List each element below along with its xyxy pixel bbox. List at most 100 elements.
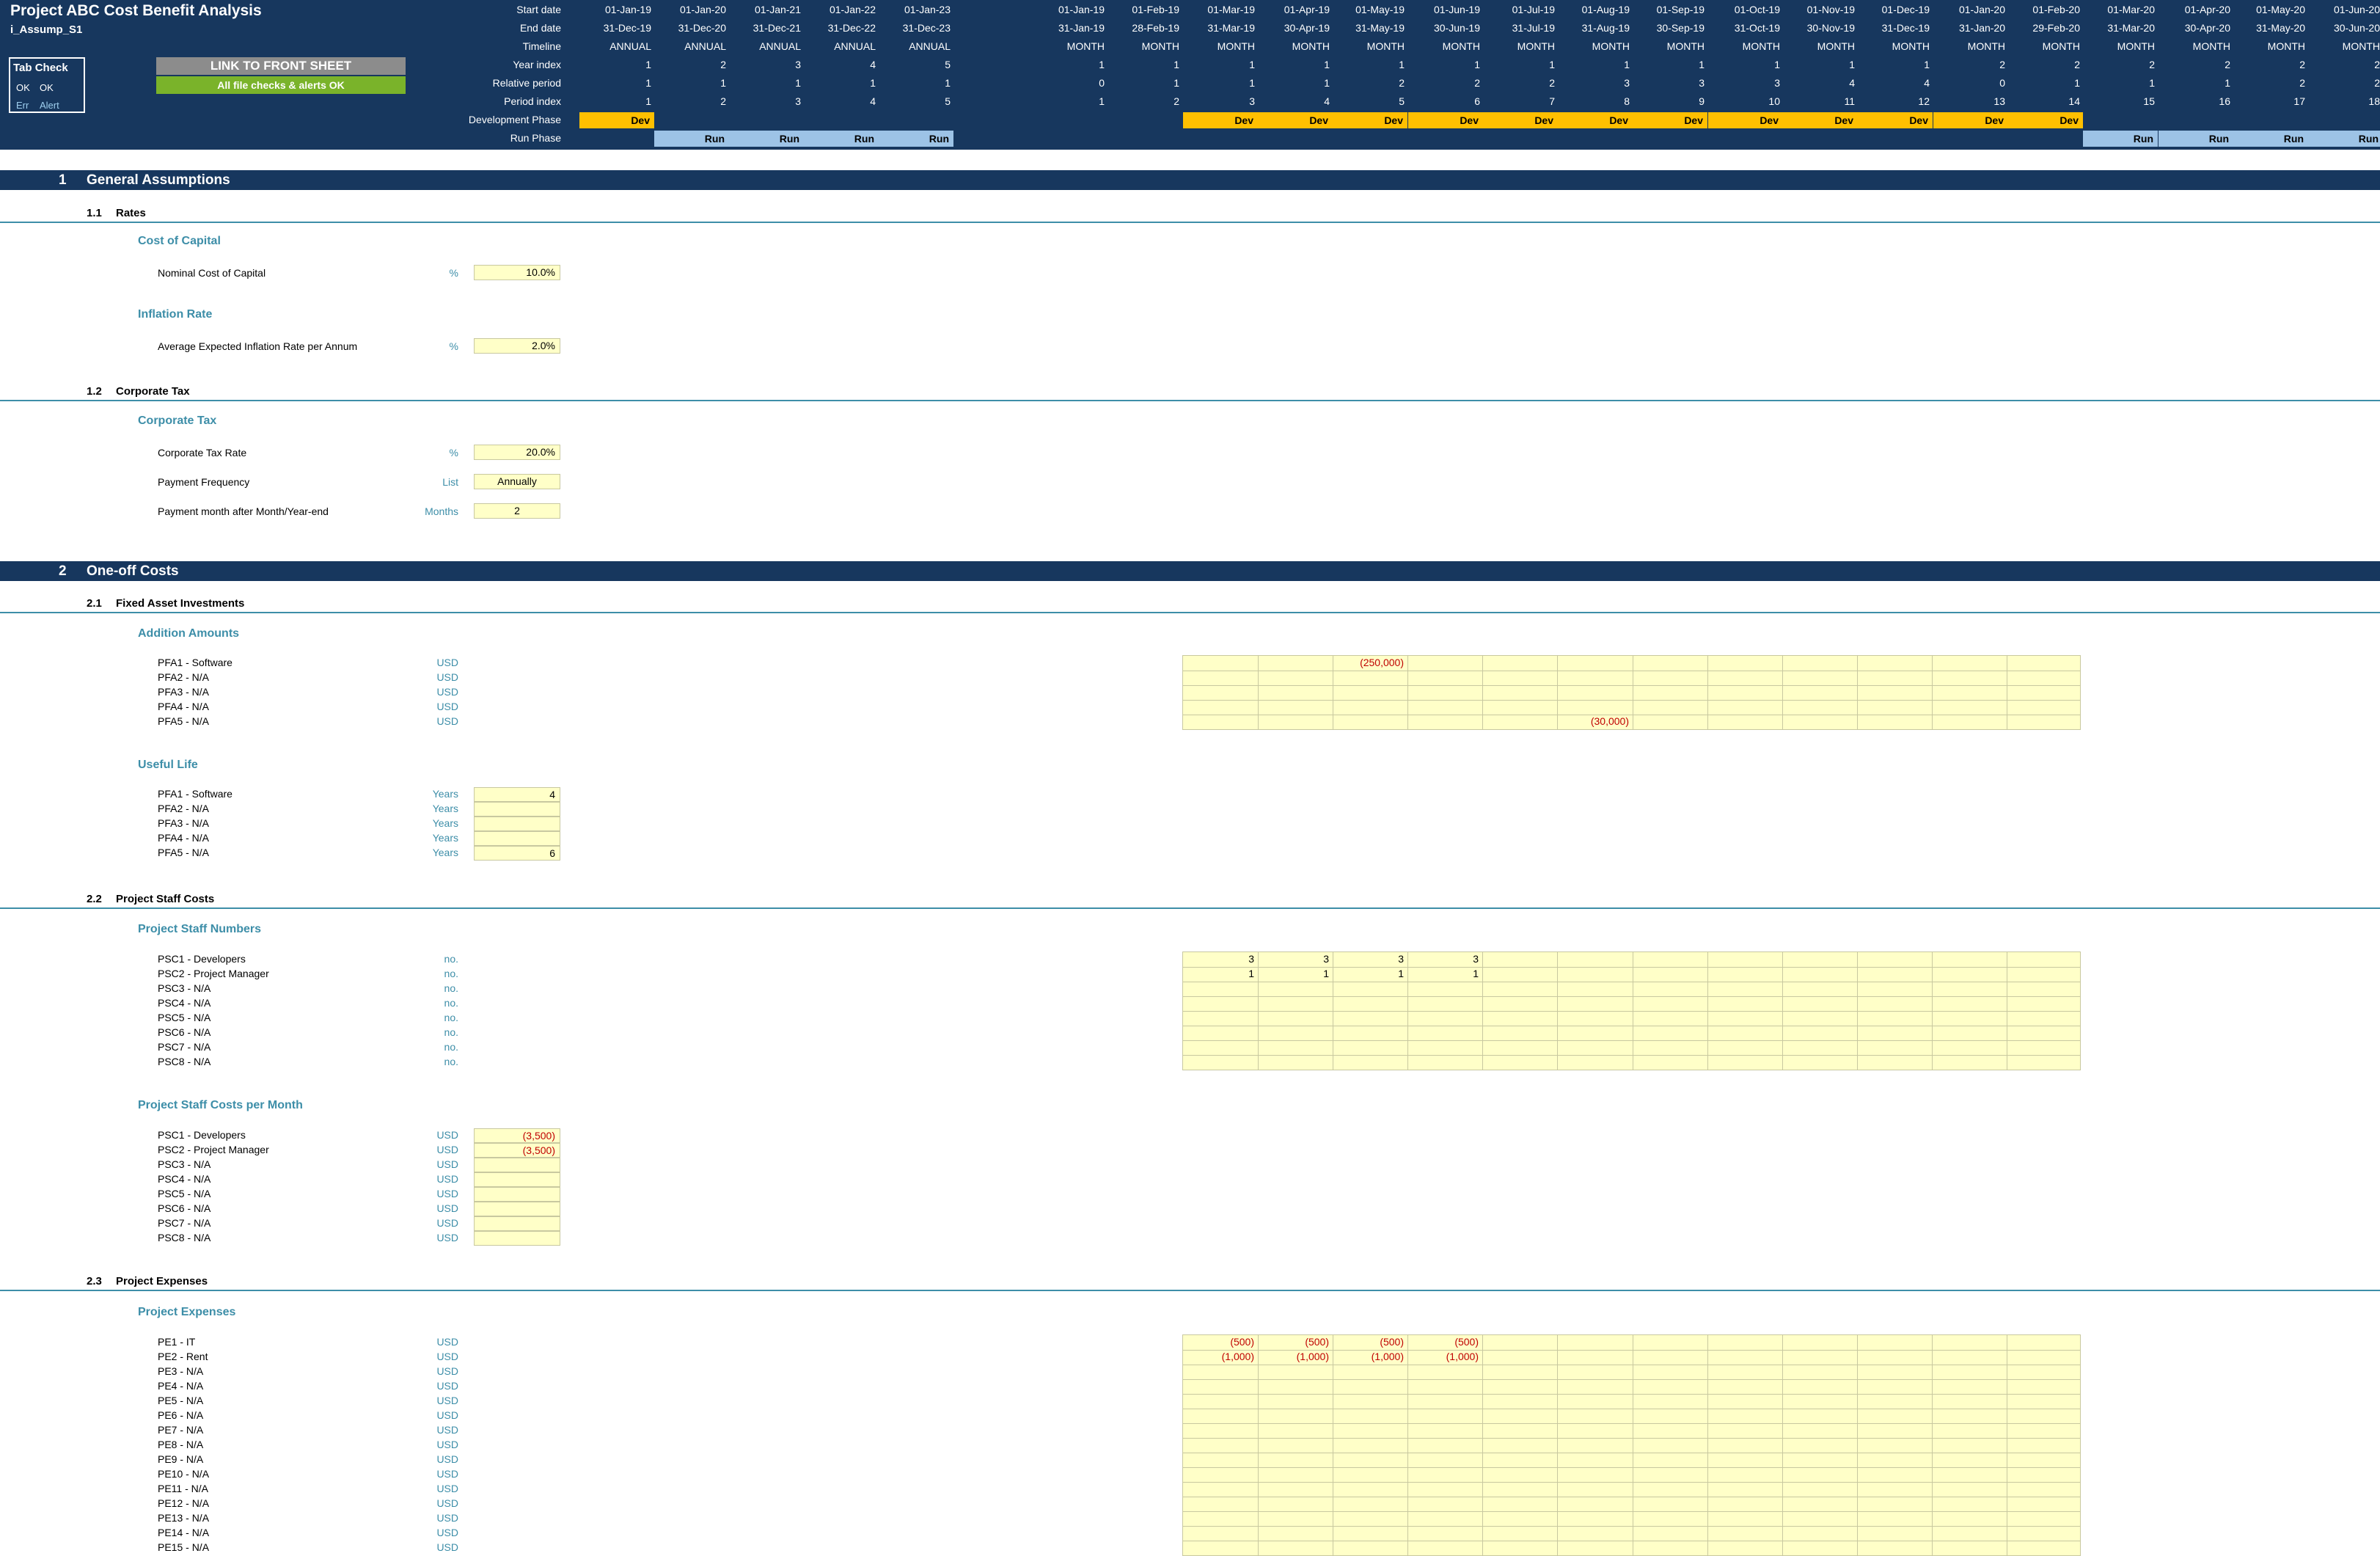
development-phase-cell: Dev: [1408, 112, 1483, 128]
row-label: PE6 - N/A: [158, 1409, 204, 1421]
value-input[interactable]: [474, 1202, 560, 1216]
value-input[interactable]: 6: [474, 846, 560, 861]
development-phase-cell: Dev: [1933, 112, 2008, 128]
label-corporate-tax-rate: Corporate Tax Rate: [158, 447, 247, 459]
section-number: 2: [59, 563, 67, 579]
grid-value[interactable]: 3: [1256, 953, 1329, 965]
timeline-cell-year_index: 2: [2225, 59, 2230, 70]
input-grid[interactable]: [1182, 1334, 2081, 1556]
grid-value[interactable]: (1,000): [1181, 1351, 1254, 1362]
row-label: PFA3 - N/A: [158, 817, 210, 829]
tab-check-ok-1: OK: [16, 82, 30, 93]
subsection-project-staff-costs: 2.2 Project Staff Costs: [87, 893, 214, 905]
grid-value[interactable]: (500): [1256, 1336, 1329, 1348]
timeline-cell-start: 01-Aug-19: [1581, 4, 1630, 15]
timeline-cell-start: 01-Feb-20: [2032, 4, 2080, 15]
timeline-cell-relative: 2: [1474, 77, 1480, 89]
row-label: PSC4 - N/A: [158, 1173, 211, 1185]
grid-value[interactable]: 1: [1256, 968, 1329, 979]
timeline-cell-start: 01-Jun-20: [2333, 4, 2380, 15]
grid-column-line: [1857, 1335, 1858, 1555]
payment-frequency-select[interactable]: Annually: [474, 474, 560, 489]
timeline-cell-period: 3: [1249, 95, 1255, 107]
section-general-assumptions: 1 General Assumptions: [0, 170, 2380, 190]
value-input[interactable]: [474, 817, 560, 831]
grid-value[interactable]: 3: [1330, 953, 1404, 965]
grid-value[interactable]: (500): [1181, 1336, 1254, 1348]
value-input[interactable]: [474, 1187, 560, 1202]
row-unit: USD: [436, 1541, 458, 1553]
row-unit: USD: [436, 701, 458, 712]
value-input[interactable]: [474, 831, 560, 846]
value-input[interactable]: (3,500): [474, 1128, 560, 1143]
run-phase-cell: Run: [2233, 131, 2308, 147]
timeline-cell-period: 4: [870, 95, 876, 107]
row-label: PFA2 - N/A: [158, 671, 210, 683]
row-unit: USD: [436, 1512, 458, 1524]
timeline-cell-relative: 3: [1774, 77, 1780, 89]
row-label: PE4 - N/A: [158, 1380, 204, 1392]
development-phase-cell: Dev: [1783, 112, 1858, 128]
value-input[interactable]: [474, 1158, 560, 1172]
grid-row-line: [1183, 1467, 2080, 1468]
grid-value[interactable]: (1,000): [1330, 1351, 1404, 1362]
development-phase-cell: Dev: [1858, 112, 1933, 128]
grid-value[interactable]: 3: [1405, 953, 1479, 965]
inflation-rate-input[interactable]: 2.0%: [474, 338, 560, 354]
input-grid[interactable]: [1182, 655, 2081, 730]
divider: [0, 907, 2380, 909]
timeline-cell-start: 01-Dec-19: [1881, 4, 1930, 15]
timeline-cell-year_index: 1: [1849, 59, 1855, 70]
timeline-cell-timeline: ANNUAL: [759, 40, 801, 52]
value-input[interactable]: [474, 1216, 560, 1231]
label-nominal-cost-of-capital: Nominal Cost of Capital: [158, 267, 266, 279]
grid-value[interactable]: (1,000): [1256, 1351, 1329, 1362]
grid-value[interactable]: (500): [1330, 1336, 1404, 1348]
grid-value[interactable]: 1: [1405, 968, 1479, 979]
row-label-relative-period: Relative period: [492, 77, 561, 89]
group-inflation-rate: Inflation Rate: [138, 308, 213, 321]
value-input[interactable]: [474, 1231, 560, 1246]
value-input[interactable]: 4: [474, 787, 560, 802]
row-label-period-index: Period index: [504, 95, 561, 107]
row-label: PE9 - N/A: [158, 1453, 204, 1465]
value-input[interactable]: [474, 802, 560, 817]
unit-months: Months: [425, 505, 458, 517]
grid-value[interactable]: 1: [1330, 968, 1404, 979]
grid-value[interactable]: 1: [1181, 968, 1254, 979]
label-inflation-rate: Average Expected Inflation Rate per Annu…: [158, 340, 358, 352]
grid-value[interactable]: (500): [1405, 1336, 1479, 1348]
link-to-front-sheet-button[interactable]: LINK TO FRONT SHEET: [156, 57, 406, 75]
row-label: PSC7 - N/A: [158, 1041, 211, 1053]
grid-value[interactable]: (30,000): [1556, 715, 1629, 727]
grid-value[interactable]: (1,000): [1405, 1351, 1479, 1362]
grid-value[interactable]: (250,000): [1330, 657, 1404, 668]
group-cost-of-capital: Cost of Capital: [138, 235, 221, 247]
corporate-tax-rate-input[interactable]: 20.0%: [474, 445, 560, 460]
subsection-number: 2.1: [87, 597, 102, 610]
row-unit: no.: [444, 982, 458, 994]
value-input[interactable]: [474, 1172, 560, 1187]
timeline-cell-year_index: 2: [2374, 59, 2380, 70]
row-unit: USD: [436, 1129, 458, 1141]
payment-month-input[interactable]: 2: [474, 503, 560, 519]
timeline-cell-period: 16: [2219, 95, 2230, 107]
row-unit: USD: [436, 715, 458, 727]
timeline-cell-timeline: MONTH: [1217, 40, 1255, 52]
timeline-cell-year_index: 1: [1249, 59, 1255, 70]
grid-value[interactable]: 3: [1181, 953, 1254, 965]
subsection-number: 1.1: [87, 207, 102, 219]
row-unit: USD: [436, 1232, 458, 1243]
nominal-cost-of-capital-input[interactable]: 10.0%: [474, 265, 560, 280]
row-label: PFA4 - N/A: [158, 832, 210, 844]
timeline-cell-period: 6: [1474, 95, 1480, 107]
value-input[interactable]: (3,500): [474, 1143, 560, 1158]
timeline-cell-year_index: 1: [1549, 59, 1555, 70]
row-unit: USD: [436, 1365, 458, 1377]
grid-column-line: [1857, 656, 1858, 729]
timeline-cell-timeline: ANNUAL: [609, 40, 651, 52]
subsection-corporate-tax: 1.2 Corporate Tax: [87, 385, 190, 398]
row-label: PSC6 - N/A: [158, 1202, 211, 1214]
grid-row-line: [1183, 1423, 2080, 1424]
row-unit: USD: [436, 1144, 458, 1155]
